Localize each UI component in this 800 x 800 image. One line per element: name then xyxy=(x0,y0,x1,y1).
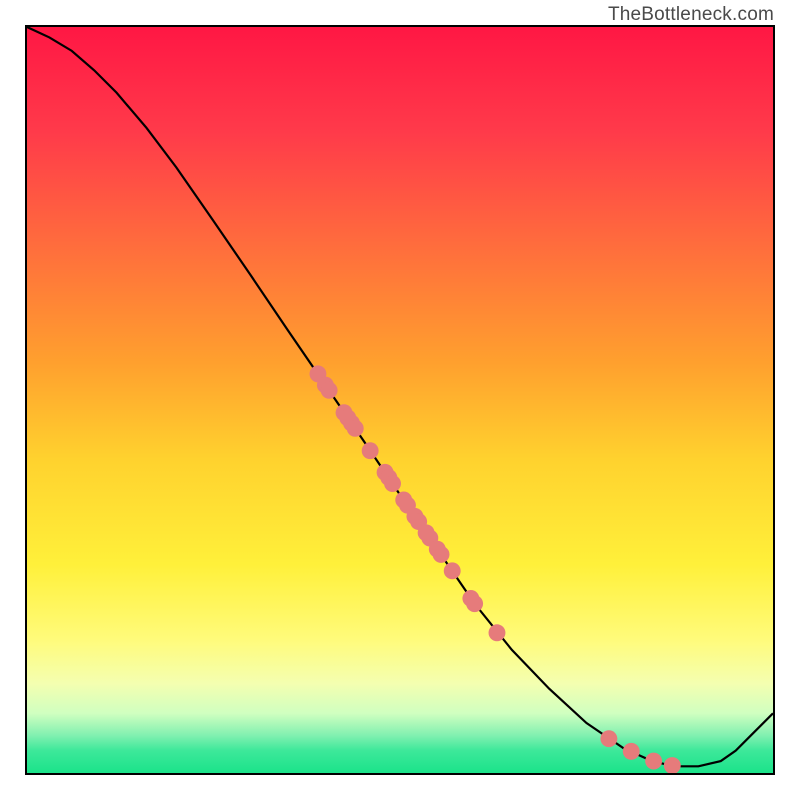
curve-layer xyxy=(27,27,773,773)
data-point xyxy=(466,595,483,612)
data-point xyxy=(362,442,379,459)
bottleneck-curve xyxy=(27,27,773,766)
data-point xyxy=(489,624,506,641)
data-points xyxy=(309,365,680,773)
data-point xyxy=(623,743,640,760)
data-point xyxy=(433,546,450,563)
data-point xyxy=(321,382,338,399)
plot-area xyxy=(25,25,775,775)
data-point xyxy=(600,730,617,747)
data-point xyxy=(645,753,662,770)
data-point xyxy=(444,562,461,579)
watermark-text: TheBottleneck.com xyxy=(608,4,774,26)
bottleneck-chart: TheBottleneck.com xyxy=(0,0,800,800)
data-point xyxy=(664,757,681,773)
data-point xyxy=(347,420,364,437)
data-point xyxy=(384,475,401,492)
